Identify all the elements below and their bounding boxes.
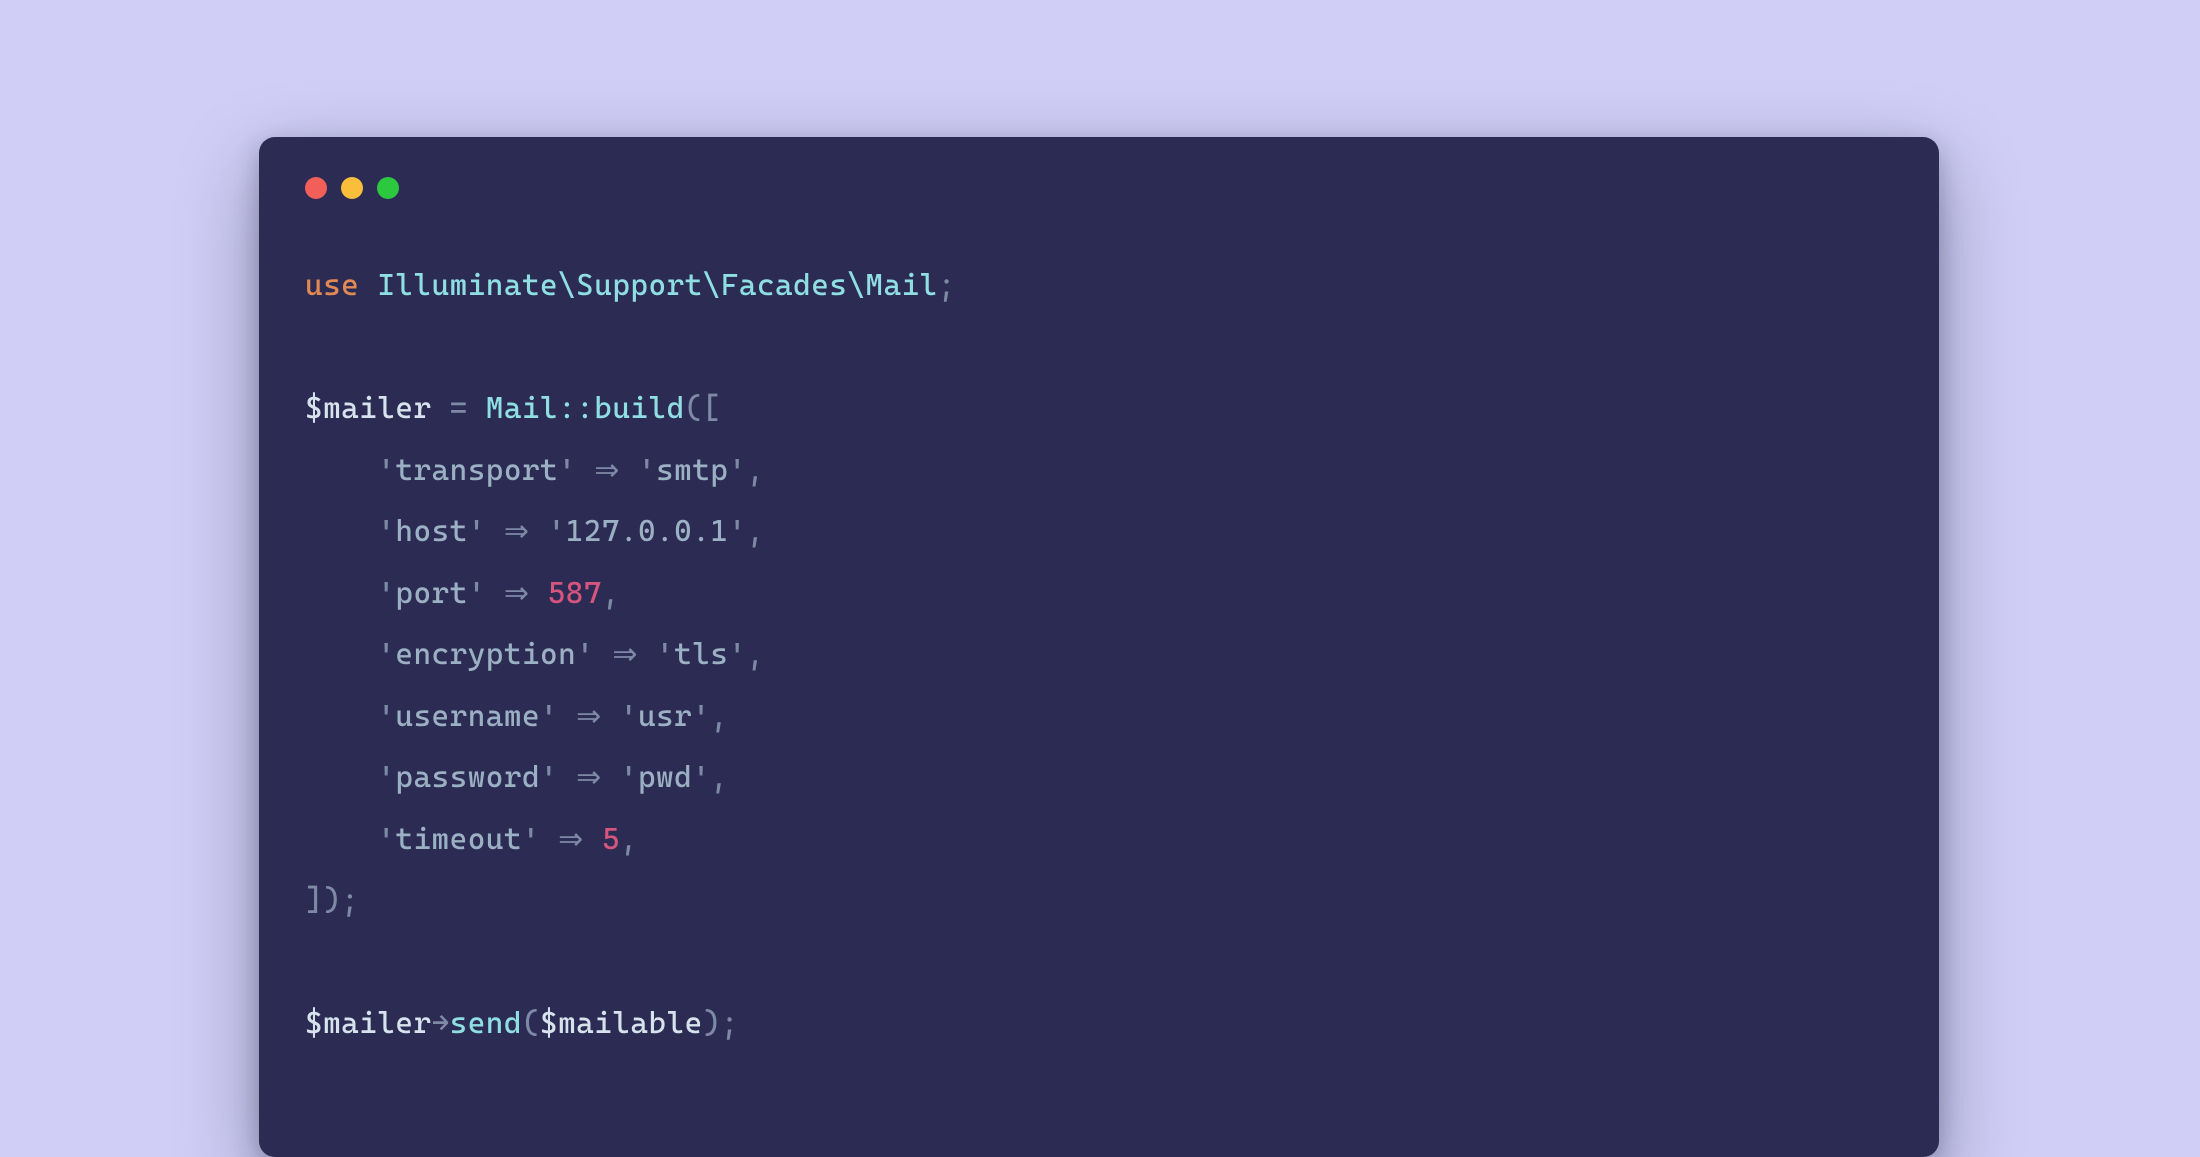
fat-arrow: ⇒: [576, 760, 602, 795]
paren-open: (: [522, 1006, 540, 1041]
assign-op: =: [450, 391, 468, 426]
quote: ': [638, 453, 656, 488]
indent: [305, 514, 377, 549]
fat-arrow: ⇒: [612, 637, 638, 672]
quote: ': [728, 637, 746, 672]
key-transport: transport: [395, 453, 558, 488]
key-encryption: encryption: [395, 637, 576, 672]
comma: ,: [746, 453, 764, 488]
fat-arrow: ⇒: [594, 453, 620, 488]
comma: ,: [710, 760, 728, 795]
val-encryption: tls: [674, 637, 728, 672]
quote: ': [468, 576, 486, 611]
indent: [305, 760, 377, 795]
close-array-call: ]);: [305, 883, 359, 918]
quote: ': [377, 576, 395, 611]
comma: ,: [746, 637, 764, 672]
indent: [305, 576, 377, 611]
key-port: port: [395, 576, 467, 611]
quote: ': [692, 760, 710, 795]
var-mailer: $mailer: [305, 1006, 432, 1041]
val-transport: smtp: [656, 453, 728, 488]
quote: ': [728, 514, 746, 549]
paren-open: ([: [685, 391, 721, 426]
key-host: host: [395, 514, 467, 549]
keyword-use: use: [305, 268, 359, 303]
quote: ': [377, 699, 395, 734]
quote: ': [656, 637, 674, 672]
comma: ,: [746, 514, 764, 549]
class-mail: Mail: [486, 391, 558, 426]
quote: ': [558, 453, 576, 488]
quote: ': [620, 699, 638, 734]
close-icon[interactable]: [305, 177, 327, 199]
comma: ,: [710, 699, 728, 734]
fat-arrow: ⇒: [504, 576, 530, 611]
quote: ': [377, 760, 395, 795]
paren-close: );: [703, 1006, 739, 1041]
quote: ': [576, 637, 594, 672]
indent: [305, 822, 377, 857]
quote: ': [522, 822, 540, 857]
indent: [305, 637, 377, 672]
code-block: use Illuminate\Support\Facades\Mail; $ma…: [305, 255, 1893, 1055]
double-colon: ::: [558, 391, 594, 426]
quote: ': [620, 760, 638, 795]
fn-send: send: [450, 1006, 522, 1041]
quote: ': [692, 699, 710, 734]
val-timeout: 5: [602, 822, 620, 857]
semicolon: ;: [938, 268, 956, 303]
quote: ': [540, 699, 558, 734]
indent: [305, 699, 377, 734]
fat-arrow: ⇒: [504, 514, 530, 549]
fat-arrow: ⇒: [576, 699, 602, 734]
code-window: use Illuminate\Support\Facades\Mail; $ma…: [259, 137, 1939, 1157]
val-username: usr: [638, 699, 692, 734]
quote: ': [377, 637, 395, 672]
zoom-icon[interactable]: [377, 177, 399, 199]
key-username: username: [395, 699, 540, 734]
indent: [305, 453, 377, 488]
val-password: pwd: [638, 760, 692, 795]
val-port: 587: [548, 576, 602, 611]
quote: ': [377, 453, 395, 488]
fn-build: build: [594, 391, 684, 426]
minimize-icon[interactable]: [341, 177, 363, 199]
traffic-lights: [305, 177, 1893, 199]
key-timeout: timeout: [395, 822, 522, 857]
comma: ,: [620, 822, 638, 857]
thin-arrow: →: [432, 1006, 450, 1041]
fat-arrow: ⇒: [558, 822, 584, 857]
quote: ': [377, 822, 395, 857]
val-host: 127.0.0.1: [566, 514, 729, 549]
namespace-path: Illuminate\Support\Facades\Mail: [377, 268, 937, 303]
comma: ,: [602, 576, 620, 611]
quote: ': [548, 514, 566, 549]
key-password: password: [395, 760, 540, 795]
quote: ': [540, 760, 558, 795]
quote: ': [468, 514, 486, 549]
quote: ': [728, 453, 746, 488]
quote: ': [377, 514, 395, 549]
var-mailer: $mailer: [305, 391, 432, 426]
var-mailable: $mailable: [540, 1006, 703, 1041]
